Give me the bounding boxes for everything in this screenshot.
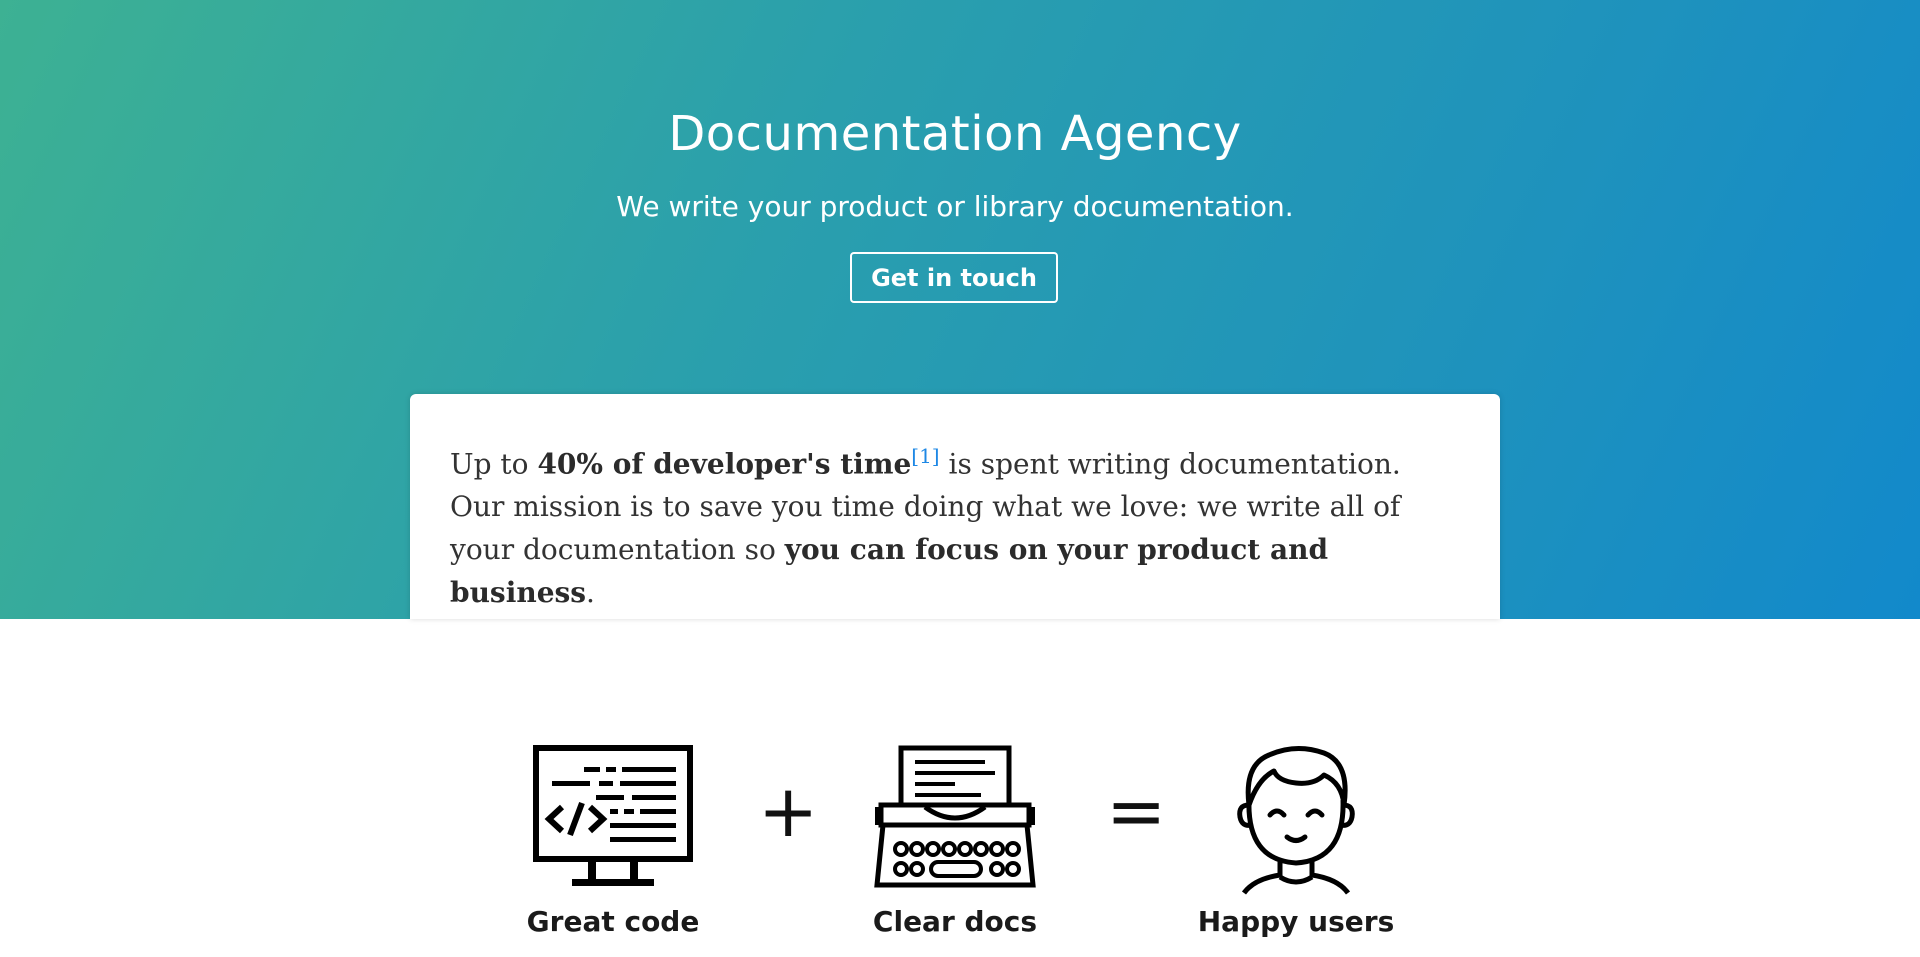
feature-clear-docs: Clear docs [835,745,1075,938]
feature-happy-users: Happy users [1176,745,1416,938]
mission-text-part1: Up to [450,447,538,481]
mission-stat: 40% of developer's time [537,447,912,481]
footnote-ref: [1] [911,441,939,469]
get-in-touch-button[interactable]: Get in touch [850,252,1058,303]
feature-label-happy-users: Happy users [1197,905,1395,938]
feature-label-clear-docs: Clear docs [872,905,1038,938]
feature-great-code: Great code [493,745,733,938]
equals-sign: = [1106,769,1167,853]
typewriter-icon [874,745,1036,888]
page-title: Documentation Agency [668,106,1242,162]
mission-card: Up to 40% of developer's time[1] is spen… [410,394,1500,619]
footnote-link[interactable]: [1] [911,444,939,468]
equation-section: Great code + Clear docs = Happy users [0,745,1920,957]
mission-text: Up to 40% of developer's time[1] is spen… [450,434,1460,614]
happy-user-icon [1237,746,1355,895]
code-monitor-icon [533,745,693,886]
mission-text-part3: . [586,576,595,610]
plus-sign: + [758,769,819,853]
hero-subtitle: We write your product or library documen… [616,190,1294,223]
feature-label-great-code: Great code [526,905,700,938]
